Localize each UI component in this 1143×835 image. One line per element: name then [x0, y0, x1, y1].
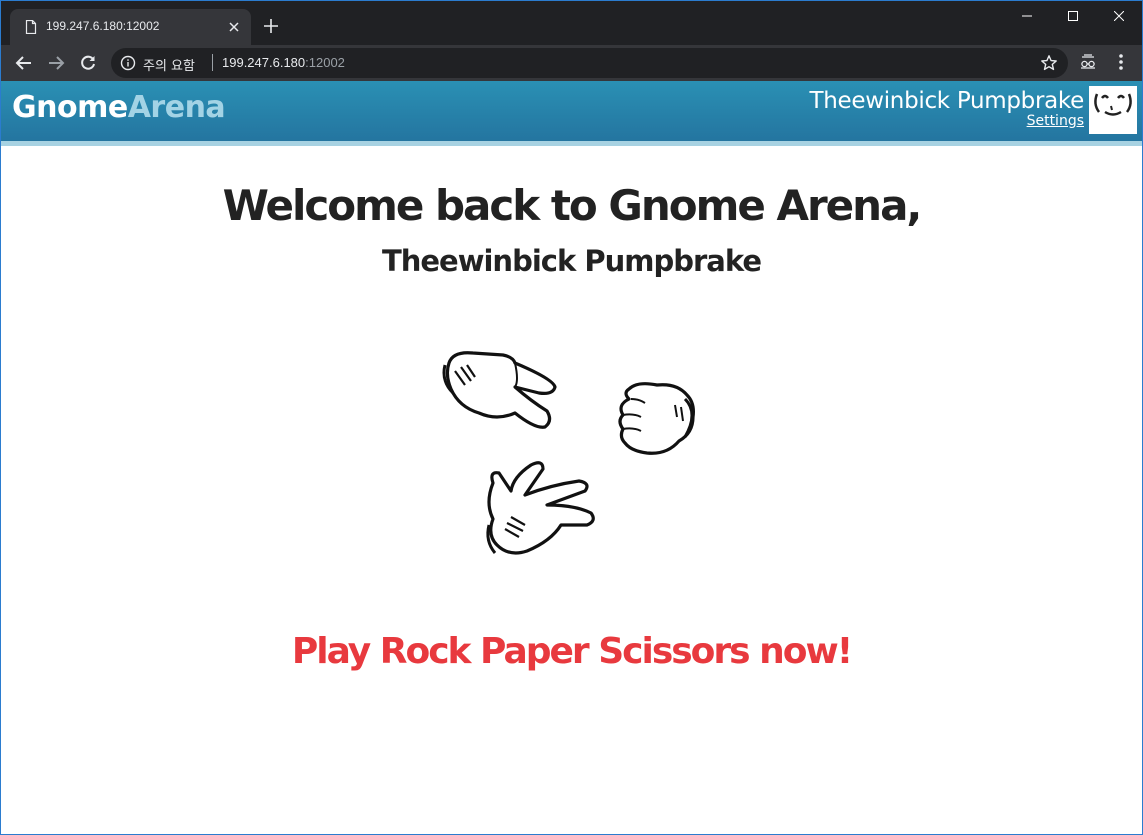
welcome-username: Theewinbick Pumpbrake [381, 244, 762, 278]
window-close-button[interactable] [1096, 1, 1142, 31]
avatar[interactable] [1089, 86, 1137, 134]
settings-link[interactable]: Settings [1027, 113, 1084, 129]
logo-text-gnome: Gnome [12, 90, 128, 125]
minimize-icon [1022, 15, 1032, 17]
welcome-title: Welcome back to Gnome Arena, [222, 181, 923, 230]
tab-strip: 199.247.6.180:12002 [1, 1, 1142, 45]
page-icon [25, 20, 37, 34]
header-stripe [1, 141, 1142, 146]
maximize-button[interactable] [1050, 1, 1096, 31]
minimize-button[interactable] [1004, 1, 1050, 31]
extension-icon[interactable] [1079, 52, 1097, 72]
plus-icon[interactable] [263, 18, 279, 34]
rock-hand-icon [618, 382, 695, 455]
reload-icon[interactable] [78, 53, 98, 73]
forward-arrow-icon[interactable] [46, 53, 66, 73]
paper-hand-icon [486, 461, 595, 555]
info-icon[interactable] [120, 55, 136, 71]
header-username: Theewinbick Pumpbrake [809, 88, 1084, 114]
security-label[interactable]: 주의 요함 [143, 55, 195, 74]
browser-toolbar: 주의 요함 199.247.6.180:12002 [1, 45, 1142, 81]
menu-dots-icon[interactable] [1113, 52, 1129, 72]
scissors-hand-icon [442, 351, 557, 429]
logo-text-arena: Arena [127, 90, 226, 125]
url-port: :12002 [305, 55, 345, 70]
browser-tab[interactable]: 199.247.6.180:12002 [10, 9, 251, 45]
star-icon[interactable] [1040, 54, 1058, 72]
back-arrow-icon[interactable] [14, 53, 34, 73]
site-logo[interactable]: GnomeArena [12, 90, 226, 125]
site-header: GnomeArena Theewinbick Pumpbrake Setting… [1, 81, 1142, 141]
url-host: 199.247.6.180 [222, 55, 306, 70]
play-rps-link[interactable]: Play Rock Paper Scissors now! [1, 631, 1142, 672]
maximize-icon [1068, 11, 1078, 21]
address-bar[interactable]: 주의 요함 199.247.6.180:12002 [111, 48, 1068, 78]
url-separator [212, 54, 213, 71]
tab-title: 199.247.6.180:12002 [46, 19, 160, 33]
window-close-icon [1114, 11, 1124, 21]
rps-hands-illustration [442, 351, 695, 555]
browser-window: 199.247.6.180:12002 주의 요함 199.247.6.180:… [0, 0, 1143, 835]
url-text[interactable]: 199.247.6.180:12002 [222, 55, 345, 70]
close-icon[interactable] [226, 19, 242, 35]
avatar-face-icon [1094, 93, 1132, 116]
